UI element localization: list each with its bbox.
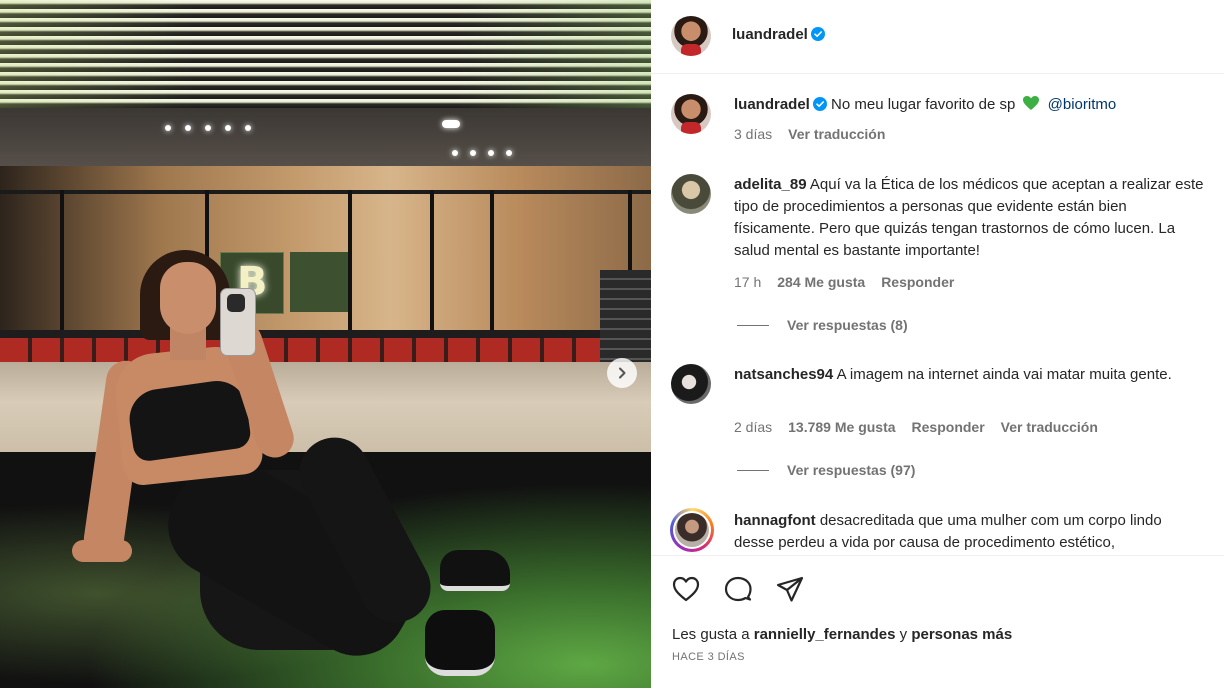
comment-icon[interactable] xyxy=(723,575,753,603)
author-avatar[interactable] xyxy=(671,16,711,56)
commenter-avatar[interactable] xyxy=(671,174,711,214)
likes-summary: Les gusta a rannielly_fernandes y person… xyxy=(672,626,1013,643)
translate-link[interactable]: Ver traducción xyxy=(1001,419,1098,435)
verified-badge-icon xyxy=(810,27,825,41)
caption-translate-link[interactable]: Ver traducción xyxy=(788,126,885,142)
post-side-panel: luandradel luandradel No meu lugar favor… xyxy=(651,0,1224,688)
green-heart-emoji xyxy=(1023,96,1040,110)
caption: luandradel No meu lugar favorito de sp @… xyxy=(651,94,1224,154)
verified-badge-icon xyxy=(812,97,827,111)
commenter-avatar[interactable] xyxy=(671,364,711,404)
next-image-button[interactable] xyxy=(607,358,637,388)
post-actions xyxy=(671,575,805,605)
chevron-right-icon xyxy=(619,367,626,379)
comment-age: 2 días xyxy=(734,419,773,435)
comment-likes[interactable]: 284 Me gusta xyxy=(777,274,865,290)
view-replies-link[interactable]: Ver respuestas (8) xyxy=(737,317,908,333)
comment-username[interactable]: natsanches94 xyxy=(734,366,833,383)
comment-age: 17 h xyxy=(734,274,762,290)
gym-benches xyxy=(0,330,651,364)
post-footer: Les gusta a rannielly_fernandes y person… xyxy=(651,555,1224,689)
author-username[interactable]: luandradel xyxy=(732,26,808,43)
heart-icon[interactable] xyxy=(671,575,701,603)
caption-mention[interactable]: @bioritmo xyxy=(1048,96,1117,113)
comment-text: A imagem na internet ainda vai matar mui… xyxy=(836,366,1172,383)
caption-username[interactable]: luandradel xyxy=(734,96,810,113)
liked-by-username[interactable]: rannielly_fernandes xyxy=(754,626,896,643)
author-avatar[interactable] xyxy=(671,94,711,134)
sneaker xyxy=(425,610,495,676)
view-replies-link[interactable]: Ver respuestas (97) xyxy=(737,462,915,478)
comment-username[interactable]: hannagfont xyxy=(734,512,816,529)
comment-item: adelita_89 Aquí va la Ética de los médic… xyxy=(651,174,1224,334)
comment-username[interactable]: adelita_89 xyxy=(734,176,807,193)
likes-count-link[interactable]: personas más xyxy=(911,626,1012,643)
comments-list[interactable]: luandradel No meu lugar favorito de sp @… xyxy=(651,74,1224,555)
person-face xyxy=(160,262,216,334)
caption-age: 3 días xyxy=(734,126,773,142)
reply-link[interactable]: Responder xyxy=(881,274,954,290)
comment-item: hannagfont desacreditada que uma mulher … xyxy=(651,508,1224,555)
comment-item: natsanches94 A imagem na internet ainda … xyxy=(651,364,1224,484)
reply-link[interactable]: Responder xyxy=(912,419,985,435)
post-photo[interactable]: B xyxy=(0,0,651,688)
post-timestamp: HACE 3 DÍAS xyxy=(672,651,745,663)
commenter-avatar-story-ring[interactable] xyxy=(670,508,714,552)
caption-text: No meu lugar favorito de sp xyxy=(831,96,1016,113)
sneaker xyxy=(440,550,510,591)
comment-likes[interactable]: 13.789 Me gusta xyxy=(788,419,895,435)
post-header: luandradel xyxy=(651,0,1224,74)
share-icon[interactable] xyxy=(775,575,805,603)
